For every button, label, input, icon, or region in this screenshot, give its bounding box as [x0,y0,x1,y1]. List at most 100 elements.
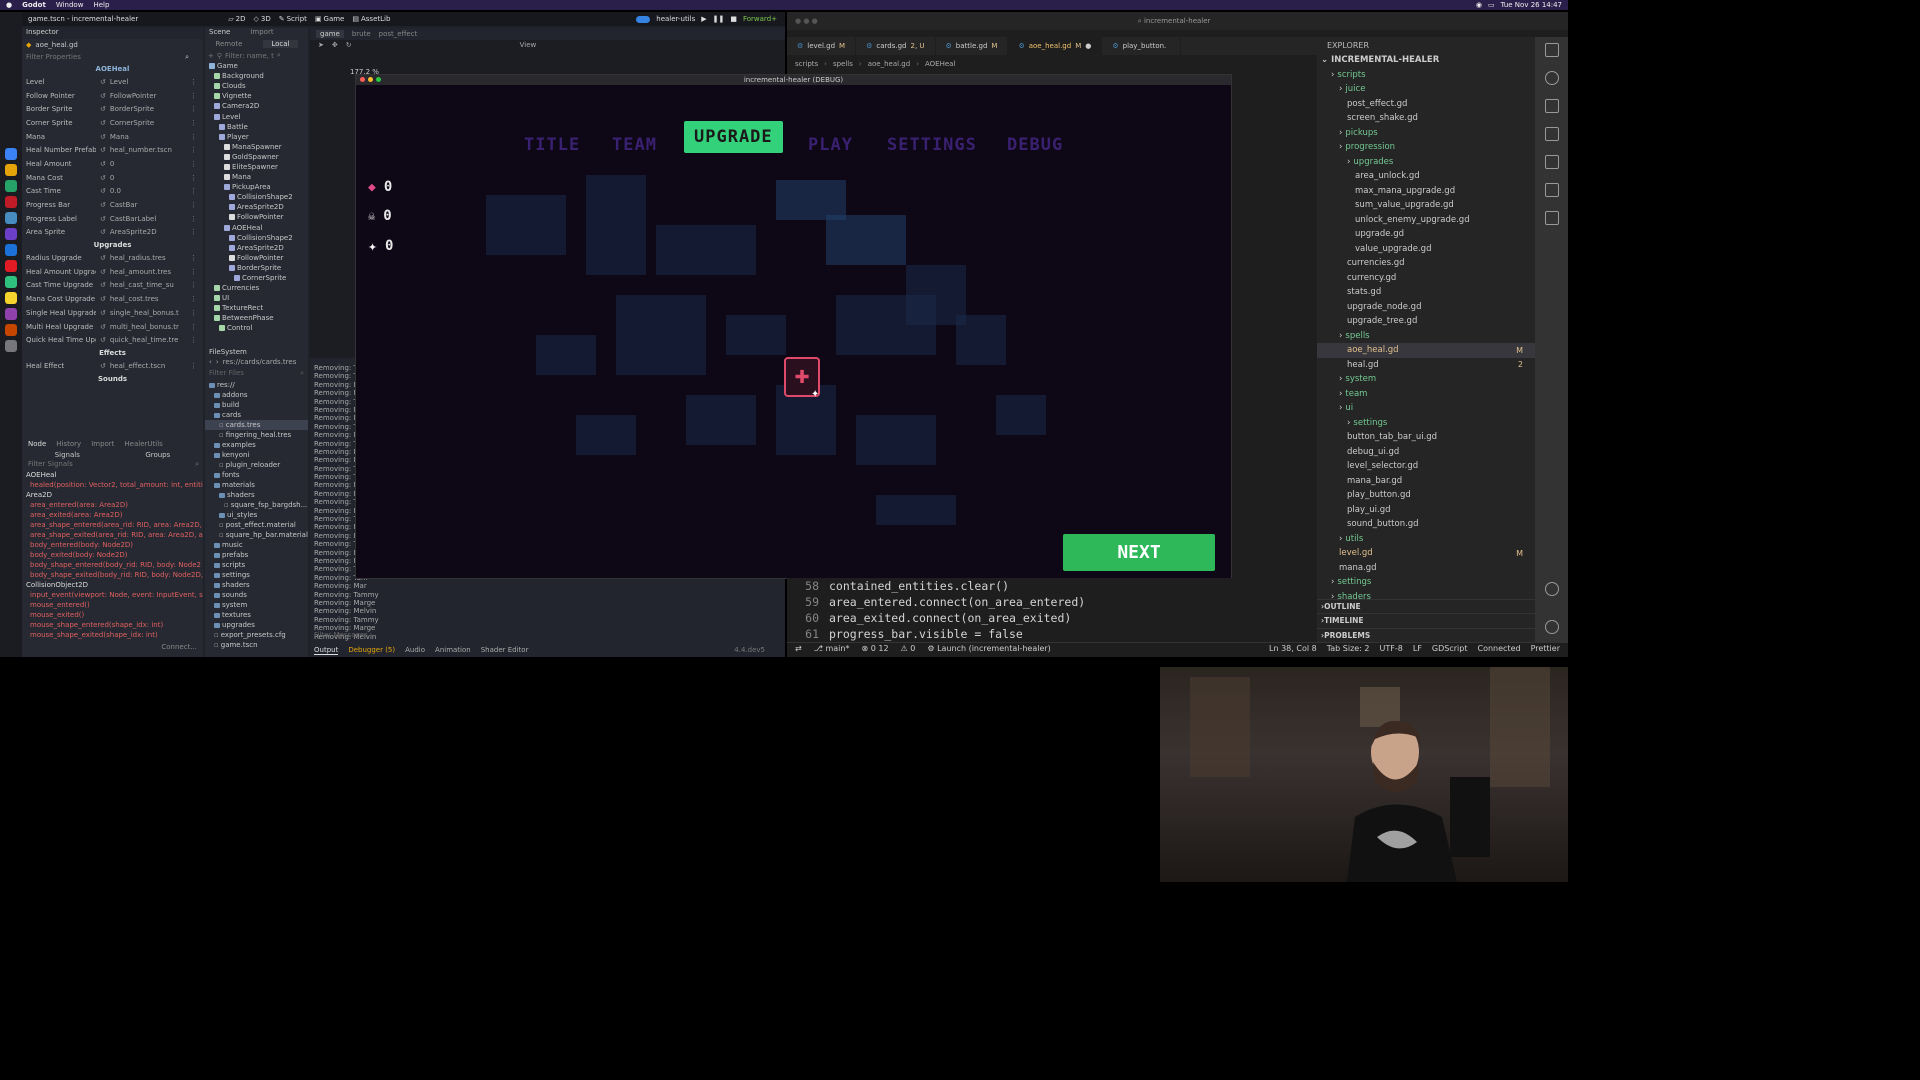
property-value[interactable]: heal_cost.tres [110,295,186,303]
revert-icon[interactable]: ↺ [100,133,106,141]
kebab-icon[interactable]: ⋮ [190,215,203,223]
tab-scene[interactable]: Scene [209,28,230,38]
scene-node[interactable]: Level [205,111,308,121]
menubar-clock[interactable]: Tue Nov 26 14:47 [1501,1,1562,9]
property-row[interactable]: Heal Number Prefab ↺ heal_number.tscn ⋮ [22,143,203,157]
kebab-icon[interactable]: ⋮ [190,201,203,209]
signal-item[interactable]: input_event(viewport: Node, event: Input… [22,591,203,601]
folder-item[interactable]: system [205,600,308,610]
explorer-file[interactable]: button_tab_bar_ui.gd [1317,430,1535,445]
explorer-file[interactable]: level.gd M [1317,546,1535,561]
inspector-filter[interactable]: Filter Properties ⌕ [22,51,203,63]
signal-item[interactable]: mouse_entered() [22,601,203,611]
scene-node[interactable]: Battle [205,122,308,132]
kebab-icon[interactable]: ⋮ [190,254,203,262]
explorer-file[interactable]: upgrade_tree.gd [1317,314,1535,329]
scene-node[interactable]: CollisionShape2 [205,233,308,243]
file-item[interactable]: ▫ post_effect.material [205,520,308,530]
scene-node[interactable]: Mana [205,172,308,182]
revert-icon[interactable]: ↺ [100,78,106,86]
revert-icon[interactable]: ↺ [100,201,106,209]
warnings-count[interactable]: ⚠ 0 [901,644,916,653]
add-node-icon[interactable]: + [208,52,214,60]
property-row[interactable]: Mana ↺ Mana ⋮ [22,130,203,144]
tab-history[interactable]: History [56,440,81,448]
tab-play[interactable]: PLAY [808,135,853,155]
folder-item[interactable]: cards [205,410,308,420]
revert-icon[interactable]: ↺ [100,92,106,100]
minimize-icon[interactable] [368,77,373,82]
tab-brute[interactable]: brute [352,30,371,38]
app-icon[interactable] [5,180,17,192]
kebab-icon[interactable]: ⋮ [190,228,203,236]
scene-node[interactable]: FollowPointer [205,253,308,263]
editor-tab[interactable]: ⚙ cards.gd 2, U [856,37,936,55]
link-icon[interactable]: ⚲ [217,52,222,60]
file-item[interactable]: ▫ cards.tres [205,420,308,430]
property-value[interactable]: AreaSprite2D [110,228,186,236]
connect-button[interactable]: Connect... [161,643,197,651]
file-item[interactable]: ▫ square_fsp_bargdsh... [205,500,308,510]
kebab-icon[interactable]: ⋮ [190,281,203,289]
wifi-icon[interactable]: ◉ [1476,1,1482,9]
upgrades-section[interactable]: Upgrades [22,239,203,251]
signal-filter[interactable]: Filter Signals ⌕ [22,460,203,471]
kebab-icon[interactable]: ⋮ [190,92,203,100]
tab-animation[interactable]: Animation [435,646,471,655]
code-line[interactable]: 60 area_exited.connect(on_area_exited) [787,610,1315,626]
account-icon[interactable] [1544,582,1559,596]
explorer-file[interactable]: currencies.gd [1317,256,1535,271]
pause-icon[interactable]: ❚❚ [713,15,725,23]
property-row[interactable]: Progress Bar ↺ CastBar ⋮ [22,198,203,212]
tab-remote[interactable]: Remote [215,40,242,48]
revert-icon[interactable]: ↺ [100,295,106,303]
folder-item[interactable]: fonts [205,470,308,480]
folder-item[interactable]: shaders [205,490,308,500]
property-value[interactable]: CastBarLabel [110,215,186,223]
explorer-file[interactable]: area_unlock.gd [1317,169,1535,184]
scene-node[interactable]: ManaSpawner [205,142,308,152]
inspector-file-row[interactable]: ◆ aoe_heal.gd [22,39,203,51]
mode-assetlib[interactable]: ▤ AssetLib [352,15,390,23]
extensions-icon[interactable] [1544,155,1559,169]
search-icon[interactable]: ⌕ [277,51,281,60]
folder-item[interactable]: res:// [205,380,308,390]
run-debug-icon[interactable] [1544,127,1559,141]
back-icon[interactable]: ‹ [209,358,212,369]
property-row[interactable]: Follow Pointer ↺ FollowPointer ⋮ [22,89,203,103]
forward-icon[interactable]: › [216,358,219,369]
explorer-file[interactable]: screen_shake.gd [1317,111,1535,126]
revert-icon[interactable]: ↺ [100,119,106,127]
explorer-folder[interactable]: › team [1317,387,1535,402]
kebab-icon[interactable]: ⋮ [190,309,203,317]
tab-title[interactable]: TITLE [524,135,580,155]
move-tool-icon[interactable]: ✥ [332,41,338,49]
explorer-icon[interactable] [1544,43,1559,57]
signal-item[interactable]: area_shape_entered(area_rid: RID, area: … [22,521,203,531]
revert-icon[interactable]: ↺ [100,174,106,182]
scene-node[interactable]: EliteSpawner [205,162,308,172]
unsaved-dot-icon[interactable]: ● [1085,42,1091,50]
code-line[interactable]: 59 area_entered.connect(on_area_entered) [787,594,1315,610]
breadcrumb-item[interactable]: scripts [795,60,818,68]
signal-item[interactable]: healed(position: Vector2, total_amount: … [22,481,203,491]
menubar-app-name[interactable]: Godot [22,1,46,9]
scene-node[interactable]: AreaSprite2D [205,202,308,212]
apple-icon[interactable]: ● [6,1,12,9]
explorer-folder[interactable]: › spells [1317,329,1535,344]
app-icon[interactable] [5,292,17,304]
app-icon[interactable] [5,164,17,176]
revert-icon[interactable]: ↺ [100,187,106,195]
breadcrumb-item[interactable]: spells [833,60,853,68]
explorer-section[interactable]: › TIMELINE [1317,613,1535,628]
file-item[interactable]: ▫ plugin_reloader [205,460,308,470]
mode-script[interactable]: ✎ Script [279,15,307,23]
launch-config[interactable]: ⚙ Launch (incremental-healer) [927,644,1050,653]
editor-tab[interactable]: ⚙ aoe_heal.gd M ● [1008,37,1103,55]
breadcrumb-item[interactable]: AOEHeal [925,60,955,68]
mode-3d[interactable]: ◇ 3D [253,15,270,23]
revert-icon[interactable]: ↺ [100,146,106,154]
property-value[interactable]: quick_heal_time.tre [110,336,186,344]
revert-icon[interactable]: ↺ [100,281,106,289]
folder-item[interactable]: materials [205,480,308,490]
